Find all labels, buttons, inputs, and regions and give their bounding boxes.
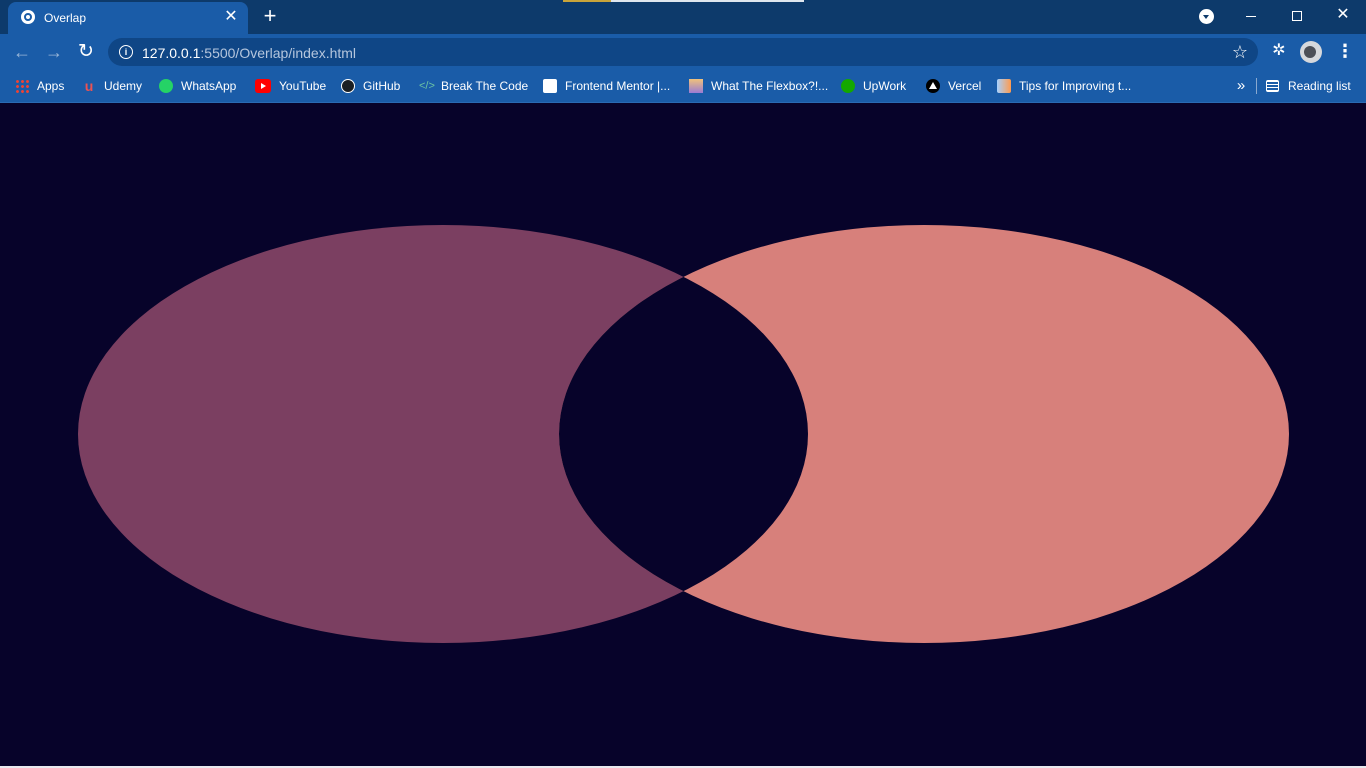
avatar[interactable] xyxy=(1300,41,1322,63)
reading-list-label: Reading list xyxy=(1288,79,1351,93)
upwork-icon xyxy=(841,79,855,93)
tab-title: Overlap xyxy=(44,11,87,25)
restore-icon xyxy=(1292,11,1302,22)
bookmark-flexbox[interactable]: What The Flexbox?!... xyxy=(689,76,828,96)
bookmark-label: What The Flexbox?!... xyxy=(711,79,829,93)
bookmark-tips[interactable]: Tips for Improving t... xyxy=(997,76,1131,96)
url-text[interactable]: 127.0.0.1:5500/Overlap/index.html xyxy=(142,45,356,61)
minimize-button[interactable] xyxy=(1228,0,1274,32)
reading-list-button[interactable]: Reading list xyxy=(1266,76,1351,96)
new-tab-button[interactable]: + xyxy=(258,5,282,29)
page-viewport xyxy=(0,103,1366,768)
apps-icon xyxy=(15,79,29,93)
youtube-icon xyxy=(255,79,271,93)
frontend-mentor-icon xyxy=(543,79,557,93)
bookmark-label: YouTube xyxy=(279,79,327,93)
bookmark-break-the-code[interactable]: </> Break The Code xyxy=(419,76,528,96)
back-button[interactable]: ← xyxy=(8,38,36,66)
bookmark-label: Tips for Improving t... xyxy=(1019,79,1132,93)
forward-button[interactable]: → xyxy=(40,38,68,66)
code-icon: </> xyxy=(419,80,435,92)
bookmarks-divider xyxy=(1256,78,1257,94)
bookmark-upwork[interactable]: UpWork xyxy=(841,76,906,96)
bookmark-label: GitHub xyxy=(363,79,401,93)
tab-overlap[interactable]: Overlap ✕ xyxy=(8,2,248,34)
bookmark-label: WhatsApp xyxy=(181,79,237,93)
bookmarks-bar: Apps u Udemy WhatsApp YouTube GitHub </>… xyxy=(0,70,1366,103)
bookmark-youtube[interactable]: YouTube xyxy=(255,76,326,96)
bookmark-vercel[interactable]: Vercel xyxy=(926,76,981,96)
restore-button[interactable] xyxy=(1274,0,1320,32)
top-indicator xyxy=(611,0,804,2)
bookmark-label: Break The Code xyxy=(441,79,529,93)
close-icon[interactable]: ✕ xyxy=(222,8,240,26)
whatsapp-icon xyxy=(159,79,173,93)
extensions-icon[interactable]: ✲ xyxy=(1270,42,1288,60)
tab-strip: Overlap ✕ + ✕ xyxy=(0,0,1366,34)
bookmark-frontend-mentor[interactable]: Frontend Mentor |... xyxy=(543,76,670,96)
top-indicator xyxy=(563,0,611,2)
overlap-mask xyxy=(559,225,808,643)
overlap-region xyxy=(559,225,808,643)
reading-list-icon xyxy=(1266,80,1279,92)
menu-icon[interactable]: ⋮ xyxy=(1336,42,1354,62)
star-icon[interactable]: ☆ xyxy=(1232,41,1248,63)
minimize-icon xyxy=(1246,15,1256,17)
tab-search-icon[interactable] xyxy=(1199,9,1214,24)
toolbar: ← → ↻ i 127.0.0.1:5500/Overlap/index.htm… xyxy=(0,34,1366,70)
bookmark-label: Apps xyxy=(37,79,65,93)
udemy-icon: u xyxy=(84,78,94,94)
bookmark-github[interactable]: GitHub xyxy=(341,76,400,96)
bookmark-label: UpWork xyxy=(863,79,907,93)
bookmark-label: Frontend Mentor |... xyxy=(565,79,671,93)
window-close-button[interactable]: ✕ xyxy=(1320,0,1366,32)
tips-icon xyxy=(997,79,1011,93)
globe-icon xyxy=(21,10,35,24)
bookmark-apps[interactable]: Apps xyxy=(15,76,64,96)
vercel-icon xyxy=(926,79,940,93)
bookmark-label: Udemy xyxy=(104,79,143,93)
reload-button[interactable]: ↻ xyxy=(72,38,100,66)
url-host: 127.0.0.1 xyxy=(142,45,201,61)
url-path: :5500/Overlap/index.html xyxy=(200,45,357,61)
info-icon[interactable]: i xyxy=(119,45,133,59)
bookmarks-overflow-button[interactable]: » xyxy=(1233,76,1249,96)
address-bar[interactable]: i 127.0.0.1:5500/Overlap/index.html ☆ xyxy=(108,38,1258,66)
flexbox-icon xyxy=(689,79,703,93)
bookmark-udemy[interactable]: u Udemy xyxy=(82,76,142,96)
github-icon xyxy=(341,79,355,93)
overlap-lens xyxy=(559,225,808,643)
bookmark-label: Vercel xyxy=(948,79,982,93)
bookmark-whatsapp[interactable]: WhatsApp xyxy=(159,76,236,96)
